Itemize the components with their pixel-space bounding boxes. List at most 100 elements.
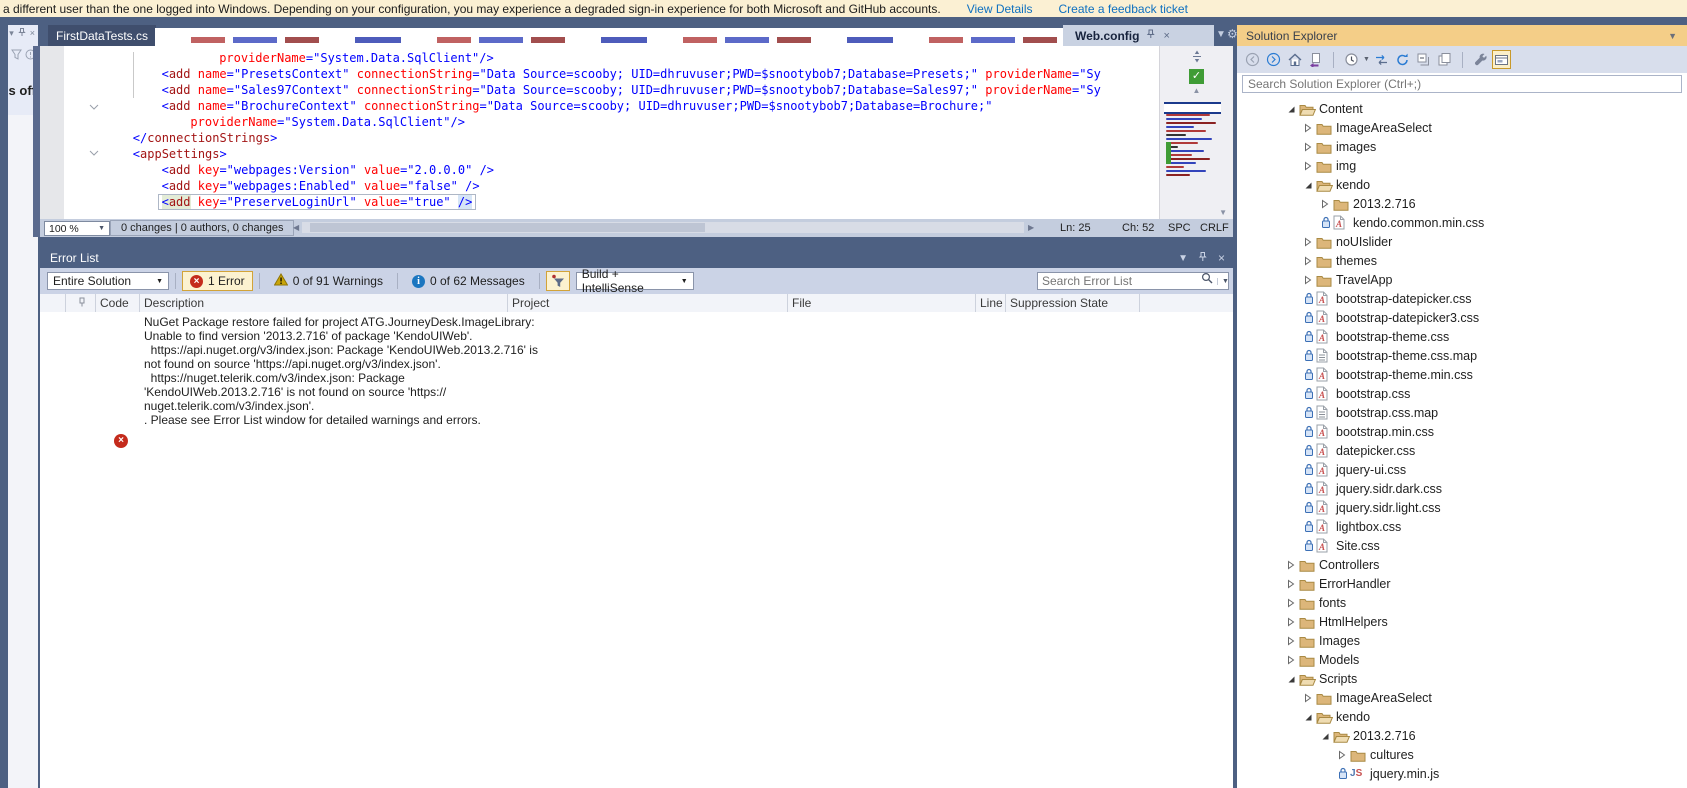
expand-arrow-collapsed[interactable] — [1284, 636, 1297, 646]
tree-item-htmlhelpers[interactable]: HtmlHelpers — [1237, 612, 1687, 631]
column-description[interactable]: Description — [140, 294, 508, 312]
code-line[interactable]: <add key="webpages:Version" value="2.0.0… — [40, 162, 1160, 178]
tab-firstdatatests[interactable]: FirstDataTests.cs — [48, 25, 156, 46]
build-filter-select[interactable]: Build + IntelliSense ▼ — [576, 272, 694, 290]
column-file[interactable]: File — [788, 294, 976, 312]
expand-arrow-collapsed[interactable] — [1318, 199, 1331, 209]
code-line[interactable]: <add name="BrochureContext" connectionSt… — [40, 98, 1160, 114]
warnings-toggle[interactable]: 0 of 91 Warnings — [266, 271, 391, 291]
window-position-chevron-icon[interactable]: ▼ — [1668, 31, 1677, 41]
viewport-indicator[interactable] — [1164, 102, 1221, 114]
expand-arrow-collapsed[interactable] — [1284, 655, 1297, 665]
code-line[interactable]: <add name="Sales97Context" connectionStr… — [40, 82, 1160, 98]
window-position-chevron-icon[interactable]: ▼ — [1178, 253, 1188, 264]
column-pin-icon[interactable] — [66, 294, 96, 312]
tree-item-img[interactable]: img — [1237, 156, 1687, 175]
fold-chevron-icon[interactable] — [89, 98, 99, 116]
tree-item-imageareaselect[interactable]: ImageAreaSelect — [1237, 688, 1687, 707]
properties-wrench-icon[interactable] — [1471, 50, 1490, 69]
preview-selected-items-toggle[interactable] — [1492, 50, 1511, 69]
expand-arrow-collapsed[interactable] — [1301, 275, 1314, 285]
tree-item-themes[interactable]: themes — [1237, 251, 1687, 270]
pin-icon[interactable] — [1198, 252, 1208, 265]
tree-item-kendo-common-min-css[interactable]: Akendo.common.min.css — [1237, 213, 1687, 232]
scroll-down-icon[interactable]: ▼ — [1219, 208, 1227, 217]
scroll-left-icon[interactable]: ◀ — [293, 223, 299, 232]
switch-views-icon[interactable] — [1372, 50, 1391, 69]
code-line[interactable]: <appSettings> — [40, 146, 1160, 162]
column-line[interactable]: Line — [976, 294, 1006, 312]
tree-item-jquery-ui-css[interactable]: Ajquery-ui.css — [1237, 460, 1687, 479]
tree-item-bootstrap-css-map[interactable]: bootstrap.css.map — [1237, 403, 1687, 422]
fold-chevron-icon[interactable] — [89, 144, 99, 162]
code-line[interactable]: <add name="PresetsContext" connectionStr… — [40, 66, 1160, 82]
tree-item-datepicker-css[interactable]: Adatepicker.css — [1237, 441, 1687, 460]
expand-arrow-collapsed[interactable] — [1284, 617, 1297, 627]
expand-arrow-collapsed[interactable] — [1301, 161, 1314, 171]
codelens-changes[interactable]: 0 changes | 0 authors, 0 changes — [110, 220, 294, 236]
tree-item-bootstrap-datepicker-css[interactable]: Abootstrap-datepicker.css — [1237, 289, 1687, 308]
tree-item-bootstrap-theme-css[interactable]: Abootstrap-theme.css — [1237, 327, 1687, 346]
tree-item-bootstrap-min-css[interactable]: Abootstrap.min.css — [1237, 422, 1687, 441]
filter-icon[interactable] — [11, 47, 22, 65]
horizontal-scrollbar[interactable] — [302, 222, 1024, 233]
refresh-icon[interactable] — [1393, 50, 1412, 69]
error-list-search[interactable]: ▼ — [1037, 272, 1229, 290]
show-all-files-icon[interactable] — [1435, 50, 1454, 69]
pin-icon[interactable] — [18, 28, 26, 39]
tab-webconfig[interactable]: Web.config × — [1063, 25, 1214, 46]
expand-arrow-expanded[interactable] — [1318, 731, 1331, 741]
error-row-description[interactable]: NuGet Package restore failed for project… — [144, 315, 538, 427]
tree-item-images[interactable]: images — [1237, 137, 1687, 156]
code-line[interactable]: providerName="System.Data.SqlClient"/> — [40, 114, 1160, 130]
column-code[interactable]: Code — [96, 294, 140, 312]
tree-item-bootstrap-css[interactable]: Abootstrap.css — [1237, 384, 1687, 403]
expand-arrow-collapsed[interactable] — [1301, 256, 1314, 266]
close-icon[interactable]: × — [1163, 30, 1169, 42]
feedback-ticket-link[interactable]: Create a feedback ticket — [1059, 2, 1188, 16]
scope-select[interactable]: Entire Solution ▼ — [47, 272, 169, 290]
close-icon[interactable]: × — [30, 28, 35, 39]
messages-toggle[interactable]: i 0 of 62 Messages — [404, 271, 533, 291]
column-project[interactable]: Project — [508, 294, 788, 312]
editor-left-splitter[interactable] — [33, 46, 40, 237]
tree-item-jquery-min-js[interactable]: JSjquery.min.js — [1237, 764, 1687, 783]
tree-item-bootstrap-theme-min-css[interactable]: Abootstrap-theme.min.css — [1237, 365, 1687, 384]
tree-item-lightbox-css[interactable]: Alightbox.css — [1237, 517, 1687, 536]
errors-toggle[interactable]: × 1 Error — [182, 271, 253, 291]
tree-item-imageareaselect[interactable]: ImageAreaSelect — [1237, 118, 1687, 137]
scroll-up-icon[interactable]: ▲ — [1160, 86, 1233, 95]
code-line[interactable]: <add key="webpages:Enabled" value="false… — [40, 178, 1160, 194]
expand-arrow-collapsed[interactable] — [1284, 560, 1297, 570]
code-editor[interactable]: providerName="System.Data.SqlClient"/><a… — [40, 46, 1160, 219]
code-line[interactable]: <add key="PreserveLoginUrl" value="true"… — [40, 194, 1160, 210]
tree-item-fonts[interactable]: fonts — [1237, 593, 1687, 612]
expand-arrow-collapsed[interactable] — [1301, 693, 1314, 703]
chevron-down-icon[interactable]: ▼ — [1363, 56, 1370, 63]
tree-item-kendo[interactable]: kendo — [1237, 175, 1687, 194]
tree-item-jquery-sidr-light-css[interactable]: Ajquery.sidr.light.css — [1237, 498, 1687, 517]
sync-with-active-document-icon[interactable] — [1306, 50, 1325, 69]
code-editor-surface[interactable]: providerName="System.Data.SqlClient"/><a… — [40, 46, 1233, 219]
solution-explorer-title-bar[interactable]: Solution Explorer ▼ — [1237, 25, 1687, 46]
expand-arrow-collapsed[interactable] — [1284, 598, 1297, 608]
expand-arrow-expanded[interactable] — [1284, 104, 1297, 114]
solution-explorer-search-input[interactable] — [1242, 75, 1682, 93]
tree-item-scripts[interactable]: Scripts — [1237, 669, 1687, 688]
tree-item-errorhandler[interactable]: ErrorHandler — [1237, 574, 1687, 593]
tree-item-images[interactable]: Images — [1237, 631, 1687, 650]
tree-item-content[interactable]: Content — [1237, 99, 1687, 118]
tree-item-kendo[interactable]: kendo — [1237, 707, 1687, 726]
view-details-link[interactable]: View Details — [967, 2, 1033, 16]
tree-item-site-css[interactable]: ASite.css — [1237, 536, 1687, 555]
back-button[interactable] — [1243, 50, 1262, 69]
tree-item-bootstrap-datepicker3-css[interactable]: Abootstrap-datepicker3.css — [1237, 308, 1687, 327]
expand-arrow-collapsed[interactable] — [1301, 123, 1314, 133]
file-health-check-icon[interactable]: ✓ — [1189, 69, 1204, 84]
column-suppression-state[interactable]: Suppression State — [1006, 294, 1140, 312]
tree-item-jquery-sidr-dark-css[interactable]: Ajquery.sidr.dark.css — [1237, 479, 1687, 498]
pending-changes-filter-icon[interactable] — [1342, 50, 1361, 69]
tree-item-2013-2-716[interactable]: 2013.2.716 — [1237, 194, 1687, 213]
search-input[interactable] — [1038, 274, 1201, 288]
scroll-right-icon[interactable]: ▶ — [1028, 223, 1034, 232]
